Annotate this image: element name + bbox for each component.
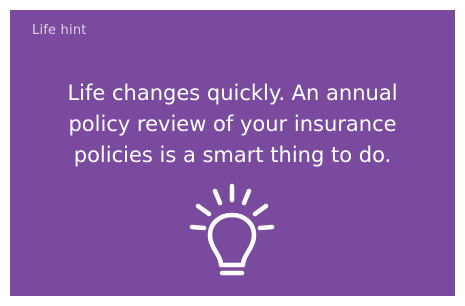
- hint-message: Life changes quickly. An annual policy r…: [10, 78, 455, 171]
- hint-message-line: policies is a smart thing to do.: [73, 143, 392, 167]
- lightbulb-icon: [189, 183, 275, 276]
- life-hint-card: Life hint Life changes quickly. An annua…: [10, 10, 455, 296]
- card-label: Life hint: [32, 23, 87, 38]
- hint-message-line: policy review of your insurance: [68, 112, 397, 136]
- hint-message-line: Life changes quickly. An annual: [67, 81, 398, 105]
